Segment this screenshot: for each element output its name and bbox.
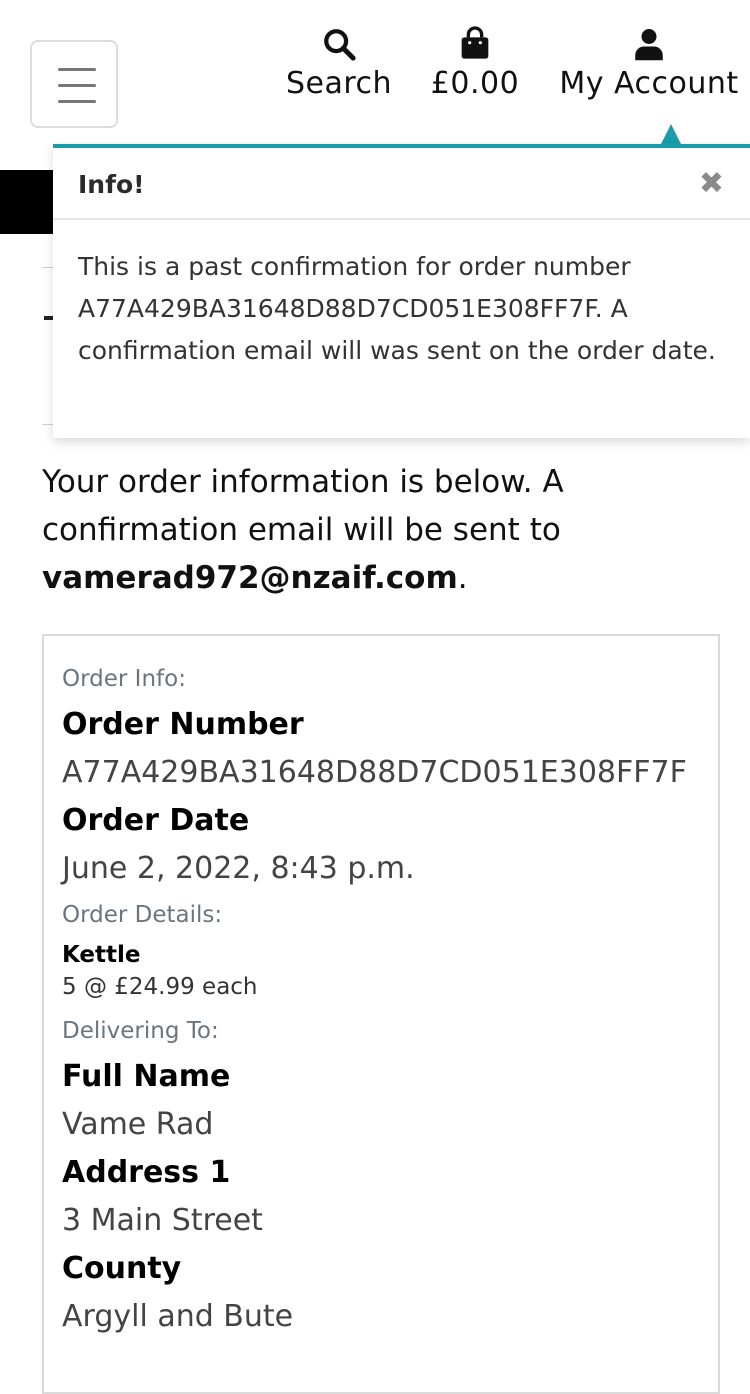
bag-total: £0.00	[430, 66, 520, 101]
county-value: Argyll and Bute	[62, 1299, 294, 1334]
info-toast: Info! ✖ This is a past confirmation for …	[53, 144, 750, 438]
list-item: Kettle 5 @ £24.99 each	[62, 938, 718, 1002]
user-icon	[635, 29, 663, 61]
full-name-title: Full Name	[62, 1059, 231, 1094]
order-date-value: June 2, 2022, 8:43 p.m.	[62, 851, 415, 886]
customer-email: vamerad972@nzaif.com	[42, 560, 458, 596]
intro-text-end: .	[457, 560, 468, 596]
bag-link[interactable]: £0.00	[428, 26, 522, 104]
order-date-title: Order Date	[62, 803, 250, 838]
toast-title: Info!	[78, 170, 145, 199]
item-quantity: 5 @ £24.99 each	[62, 974, 258, 1000]
county-title: County	[62, 1251, 182, 1286]
order-intro: Your order information is below. A confi…	[42, 458, 702, 602]
order-number-value: A77A429BA31648D88D7CD051E308FF7F	[62, 755, 687, 790]
shopping-bag-icon	[461, 26, 489, 59]
menu-icon	[58, 68, 96, 71]
toast-header: Info! ✖	[53, 148, 750, 220]
search-link[interactable]: Search	[283, 26, 395, 104]
account-label: My Account	[559, 66, 739, 101]
menu-icon-bar	[58, 100, 96, 103]
menu-icon-bar	[58, 84, 96, 87]
order-details-label: Order Details:	[62, 902, 223, 928]
close-icon[interactable]: ✖	[699, 166, 724, 201]
order-summary-card: Order Info: Order Number A77A429BA31648D…	[42, 634, 720, 1394]
search-icon	[324, 29, 356, 61]
order-number-title: Order Number	[62, 707, 304, 742]
delivering-label: Delivering To:	[62, 1018, 219, 1044]
intro-text: Your order information is below. A confi…	[42, 464, 564, 548]
page-banner-fragment	[0, 170, 56, 234]
address1-title: Address 1	[62, 1155, 231, 1190]
toast-arrow	[661, 124, 681, 144]
search-label: Search	[285, 66, 393, 101]
toast-message: This is a past confirmation for order nu…	[78, 252, 716, 365]
item-name: Kettle	[62, 942, 141, 968]
menu-toggle-button[interactable]	[30, 40, 118, 128]
full-name-value: Vame Rad	[62, 1107, 214, 1142]
order-info-label: Order Info:	[62, 666, 186, 692]
my-account-link[interactable]: My Account	[553, 26, 745, 104]
address1-value: 3 Main Street	[62, 1203, 263, 1238]
